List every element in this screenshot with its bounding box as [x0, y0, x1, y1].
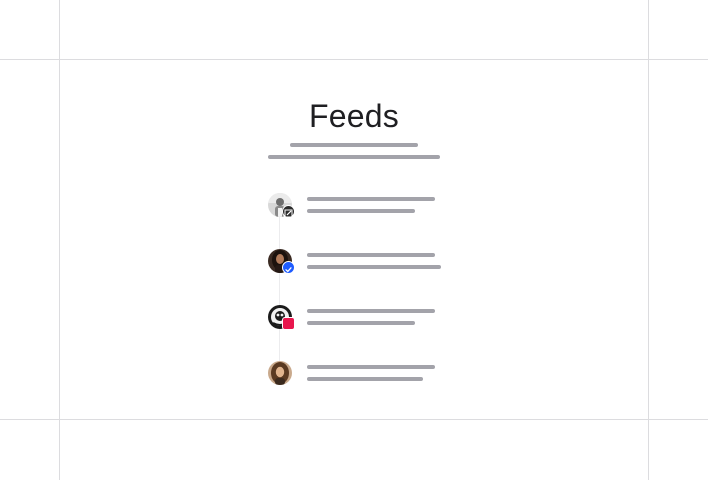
feed-title-placeholder — [307, 309, 435, 313]
feed-subtitle-placeholder — [307, 321, 415, 325]
subtitle-placeholder-line-2 — [268, 155, 440, 159]
feed-title-placeholder — [307, 197, 435, 201]
verified-check-icon — [282, 261, 295, 274]
feed-title-placeholder — [307, 253, 435, 257]
feed-title-placeholder — [307, 365, 435, 369]
feeds-canvas: Feeds — [0, 0, 708, 480]
guide-line-bottom — [0, 419, 708, 420]
subtitle-placeholder-line-1 — [290, 143, 418, 147]
guide-line-top — [0, 59, 708, 60]
pink-heart-tag-icon — [282, 317, 295, 330]
page-title: Feeds — [309, 98, 399, 134]
feed-item[interactable] — [266, 361, 456, 389]
feed-subtitle-placeholder — [307, 209, 415, 213]
feed-subtitle-placeholder — [307, 265, 441, 269]
feed-thread-line — [279, 214, 280, 364]
guide-line-right — [648, 0, 649, 480]
edit-pencil-icon — [282, 205, 295, 218]
feed-item[interactable] — [266, 193, 456, 221]
avatar-woman-brown-hair-icon — [268, 361, 292, 385]
feed-item[interactable] — [266, 249, 456, 277]
feed-item[interactable] — [266, 305, 456, 333]
feed-subtitle-placeholder — [307, 377, 423, 381]
guide-line-left — [59, 0, 60, 480]
